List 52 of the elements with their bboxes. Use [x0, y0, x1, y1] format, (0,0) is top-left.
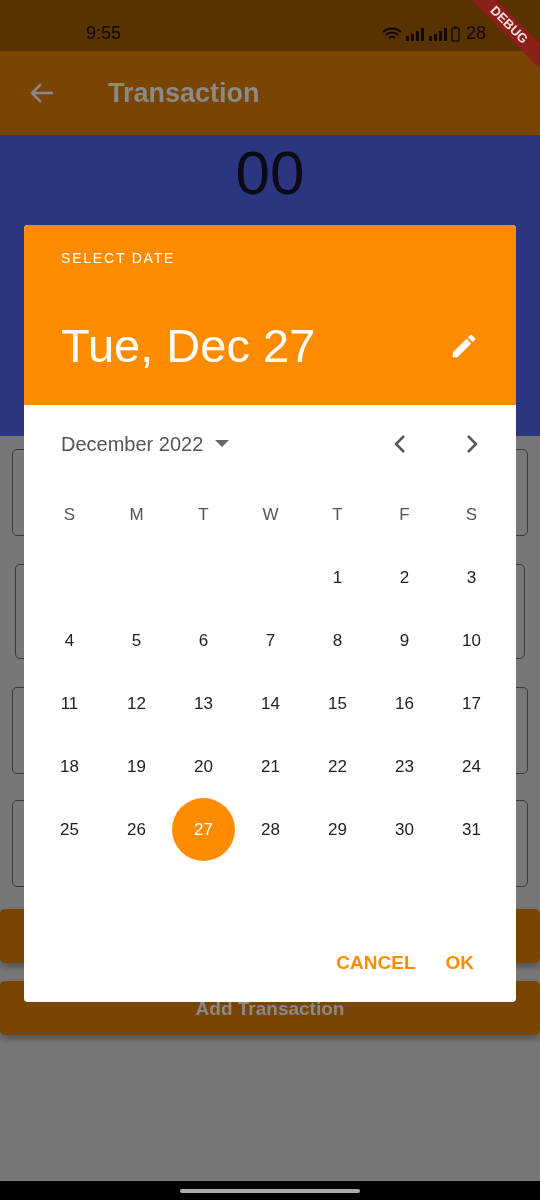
calendar-day[interactable]: 31 [440, 798, 503, 861]
signal-icon [427, 26, 448, 41]
calendar-day[interactable]: 5 [105, 609, 168, 672]
calendar-day[interactable]: 3 [440, 546, 503, 609]
weekday-label: S [62, 503, 77, 526]
month-dropdown[interactable]: December 2022 [61, 432, 230, 456]
amount-display: 00 [235, 142, 305, 204]
home-indicator[interactable] [180, 1188, 360, 1193]
calendar-day[interactable]: 23 [373, 735, 436, 798]
calendar-day[interactable]: 28 [239, 798, 302, 861]
calendar-day[interactable]: 20 [172, 735, 235, 798]
calendar-day[interactable]: 30 [373, 798, 436, 861]
calendar-day[interactable]: 16 [373, 672, 436, 735]
calendar-day[interactable]: 22 [306, 735, 369, 798]
calendar-day[interactable]: 11 [38, 672, 101, 735]
calendar-day[interactable]: 8 [306, 609, 369, 672]
weekday-label: M [128, 503, 145, 526]
calendar-day[interactable]: 6 [172, 609, 235, 672]
calendar-day[interactable]: 1 [306, 546, 369, 609]
weekday-label: S [464, 503, 479, 526]
weekday-label: T [331, 503, 344, 526]
calendar-day[interactable]: 25 [38, 798, 101, 861]
previous-month-icon[interactable] [393, 434, 407, 454]
wifi-icon [381, 26, 402, 41]
next-month-icon[interactable] [465, 434, 479, 454]
calendar-day[interactable]: 17 [440, 672, 503, 735]
calendar-day[interactable]: 29 [306, 798, 369, 861]
calendar-day[interactable]: 2 [373, 546, 436, 609]
weekday-label: F [398, 503, 411, 526]
calendar-day[interactable]: 26 [105, 798, 168, 861]
battery-percent: 28 [465, 23, 486, 44]
status-time: 9:55 [86, 23, 122, 44]
calendar-day[interactable]: 4 [38, 609, 101, 672]
weekday-label: T [197, 503, 210, 526]
calendar-day[interactable]: 14 [239, 672, 302, 735]
caret-icon [215, 440, 230, 448]
dialog-label: SELECT DATE [61, 250, 177, 266]
selected-date: Tue, Dec 27 [61, 318, 316, 373]
calendar-day[interactable]: 18 [38, 735, 101, 798]
weekday-label: W [261, 503, 280, 526]
calendar-day[interactable]: 7 [239, 609, 302, 672]
calendar-day[interactable]: 10 [440, 609, 503, 672]
signal-icon [404, 26, 425, 41]
calendar-day[interactable]: 13 [172, 672, 235, 735]
calendar-day[interactable]: 9 [373, 609, 436, 672]
calendar-day[interactable]: 24 [440, 735, 503, 798]
calendar-day[interactable]: 12 [105, 672, 168, 735]
calendar-day[interactable]: 19 [105, 735, 168, 798]
battery-icon [450, 25, 460, 42]
app-bar-title: Transaction [108, 77, 260, 109]
calendar-day[interactable]: 15 [306, 672, 369, 735]
calendar-day[interactable]: 21 [239, 735, 302, 798]
